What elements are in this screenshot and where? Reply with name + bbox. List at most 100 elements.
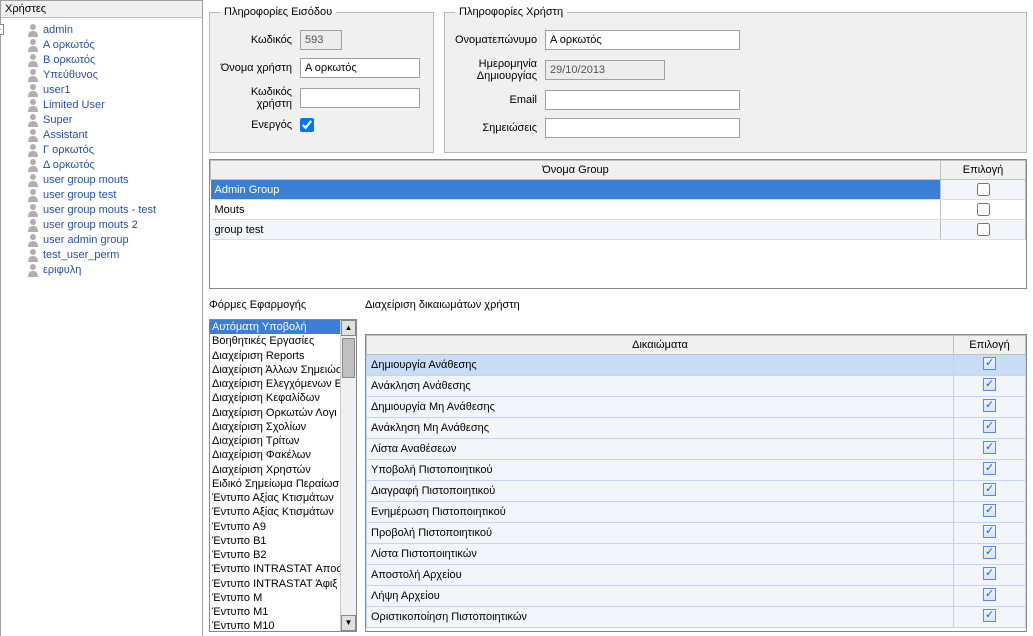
user-info-fieldset: Πληροφορίες Χρήστη Ονοματεπώνυμο Ημερομη… [444, 6, 1027, 153]
list-item[interactable]: Ειδικό Σημείωμα Περαίωσ [210, 477, 340, 491]
list-item[interactable]: Διαχείριση Κεφαλίδων [210, 391, 340, 405]
tree-user-item[interactable]: user group test [25, 187, 202, 202]
list-item[interactable]: Έντυπο Μ10 [210, 619, 340, 631]
table-row[interactable]: Διαγραφή Πιστοποιητικού [367, 481, 1026, 502]
list-item[interactable]: Έντυπο Μ [210, 591, 340, 605]
perms-col-select[interactable]: Επιλογή [954, 336, 1026, 355]
group-select-checkbox[interactable] [977, 183, 990, 196]
list-item[interactable]: Έντυπο INTRASTAT Άφιξ [210, 577, 340, 591]
groups-col-select[interactable]: Επιλογή [941, 161, 1026, 180]
fullname-field[interactable] [545, 30, 740, 50]
app-forms-listbox[interactable]: Αυτόματη ΥποβολήΒοηθητικές ΕργασίεςΔιαχε… [209, 319, 357, 632]
user-icon [25, 187, 41, 203]
list-item[interactable]: Διαχείριση Reports [210, 349, 340, 363]
table-row[interactable]: Λήψη Αρχείου [367, 586, 1026, 607]
created-field[interactable] [545, 60, 665, 80]
users-tree-title: Χρήστες [1, 1, 202, 18]
table-row[interactable]: Οριστικοποίηση Πιστοποιητικών [367, 607, 1026, 628]
tree-user-item[interactable]: Β ορκωτός [25, 52, 202, 67]
list-item[interactable]: Διαχείριση Φακέλων [210, 448, 340, 462]
perm-checkbox[interactable] [983, 357, 996, 370]
group-select-checkbox[interactable] [977, 223, 990, 236]
perm-select-cell [954, 376, 1026, 397]
email-field[interactable] [545, 90, 740, 110]
table-row[interactable]: Προβολή Πιστοποιητικού [367, 523, 1026, 544]
table-row[interactable]: Δημιουργία Μη Ανάθεσης [367, 397, 1026, 418]
group-select-checkbox[interactable] [977, 203, 990, 216]
table-row[interactable]: group test [211, 220, 1026, 240]
user-icon [25, 67, 41, 83]
perm-checkbox[interactable] [983, 504, 996, 517]
scrollbar[interactable]: ▲ ▼ [340, 320, 356, 631]
table-row[interactable]: Δημιουργία Ανάθεσης [367, 355, 1026, 376]
list-item[interactable]: Έντυπο Μ1 [210, 605, 340, 619]
tree-collapse-icon[interactable]: − [0, 24, 4, 35]
tree-user-item[interactable]: Super [25, 112, 202, 127]
tree-user-item[interactable]: user admin group [25, 232, 202, 247]
table-row[interactable]: Λίστα Αναθέσεων [367, 439, 1026, 460]
list-item[interactable]: Διαχείριση Χρηστών [210, 463, 340, 477]
perm-checkbox[interactable] [983, 378, 996, 391]
list-item[interactable]: Διαχείριση Ελεγχόμενων Ε [210, 377, 340, 391]
table-row[interactable]: Αποστολή Αρχείου [367, 565, 1026, 586]
list-item[interactable]: Έντυπο Α9 [210, 520, 340, 534]
notes-field[interactable] [545, 118, 740, 138]
groups-col-name[interactable]: Όνομα Group [211, 161, 941, 180]
scroll-thumb[interactable] [342, 338, 355, 378]
perms-col-name[interactable]: Δικαιώματα [367, 336, 954, 355]
list-item[interactable]: Έντυπο Αξίας Κτισμάτων [210, 491, 340, 505]
table-row[interactable]: Υποβολή Πιστοποιητικού [367, 460, 1026, 481]
username-field[interactable] [300, 58, 420, 78]
tree-user-item[interactable]: user1 [25, 82, 202, 97]
tree-user-label: Limited User [43, 99, 105, 111]
list-item[interactable]: Έντυπο INTRASTAT Αποσ [210, 562, 340, 576]
perm-checkbox[interactable] [983, 483, 996, 496]
table-row[interactable]: Mouts [211, 200, 1026, 220]
code-field[interactable] [300, 30, 342, 50]
perm-checkbox[interactable] [983, 441, 996, 454]
list-item[interactable]: Διαχείριση Τρίτων [210, 434, 340, 448]
group-select-cell [941, 200, 1026, 220]
list-item[interactable]: Βοηθητικές Εργασίες [210, 334, 340, 348]
list-item[interactable]: Διαχείριση Άλλων Σημειώσεων [210, 363, 340, 377]
tree-user-item[interactable]: user group mouts 2 [25, 217, 202, 232]
table-row[interactable]: Ανάκληση Μη Ανάθεσης [367, 418, 1026, 439]
scroll-down-icon[interactable]: ▼ [341, 615, 356, 631]
tree-user-item[interactable]: user group mouts [25, 172, 202, 187]
tree-user-item[interactable]: Limited User [25, 97, 202, 112]
active-checkbox[interactable] [300, 118, 314, 132]
tree-user-item[interactable]: Α ορκωτός [25, 37, 202, 52]
list-item[interactable]: Αυτόματη Υποβολή [210, 320, 340, 334]
tree-user-item[interactable]: Assistant [25, 127, 202, 142]
tree-user-item[interactable]: Υπεύθυνος [25, 67, 202, 82]
tree-user-label: user group test [43, 189, 116, 201]
perm-checkbox[interactable] [983, 588, 996, 601]
perm-checkbox[interactable] [983, 546, 996, 559]
tree-user-item[interactable]: Δ ορκωτός [25, 157, 202, 172]
list-item[interactable]: Διαχείριση Ορκωτών Λογι [210, 406, 340, 420]
perm-checkbox[interactable] [983, 525, 996, 538]
list-item[interactable]: Έντυπο Β2 [210, 548, 340, 562]
tree-user-item[interactable]: user group mouts - test [25, 202, 202, 217]
tree-user-item[interactable]: εριφυλη [25, 262, 202, 277]
perm-select-cell [954, 418, 1026, 439]
perm-checkbox[interactable] [983, 462, 996, 475]
tree-user-item[interactable]: admin [25, 22, 202, 37]
perm-name-cell: Λίστα Αναθέσεων [367, 439, 954, 460]
perm-checkbox[interactable] [983, 567, 996, 580]
perm-checkbox[interactable] [983, 420, 996, 433]
table-row[interactable]: Ανάκληση Ανάθεσης [367, 376, 1026, 397]
table-row[interactable]: Admin Group [211, 180, 1026, 200]
list-item[interactable]: Έντυπο Αξίας Κτισμάτων [210, 505, 340, 519]
perm-checkbox[interactable] [983, 399, 996, 412]
userpw-field[interactable] [300, 88, 420, 108]
perm-select-cell [954, 439, 1026, 460]
list-item[interactable]: Έντυπο Β1 [210, 534, 340, 548]
scroll-up-icon[interactable]: ▲ [341, 320, 356, 336]
perm-checkbox[interactable] [983, 609, 996, 622]
list-item[interactable]: Διαχείριση Σχολίων [210, 420, 340, 434]
tree-user-item[interactable]: test_user_perm [25, 247, 202, 262]
tree-user-item[interactable]: Γ ορκωτός [25, 142, 202, 157]
table-row[interactable]: Ενημέρωση Πιστοποιητικού [367, 502, 1026, 523]
table-row[interactable]: Λίστα Πιστοποιητικών [367, 544, 1026, 565]
